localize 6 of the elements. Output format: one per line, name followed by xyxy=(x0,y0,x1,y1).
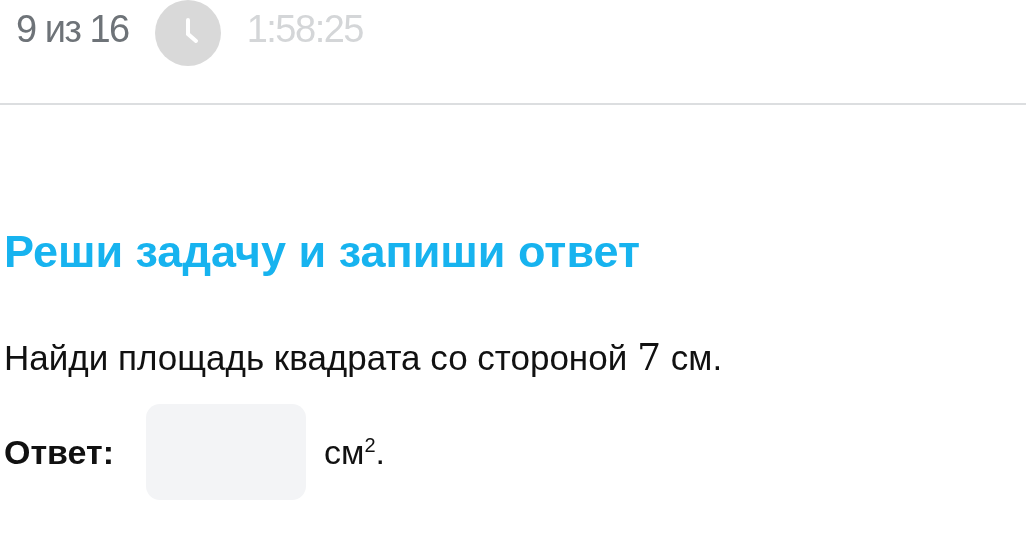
question-text: Найди площадь квадрата со стороной 7 см. xyxy=(4,338,724,376)
question-counter: 9 из 16 xyxy=(16,7,129,51)
task-title: Реши задачу и запиши ответ xyxy=(4,229,641,274)
clock-icon xyxy=(154,0,221,66)
unit-text: см$^{2}$. xyxy=(324,432,385,472)
answer-label: Ответ: xyxy=(4,432,115,472)
